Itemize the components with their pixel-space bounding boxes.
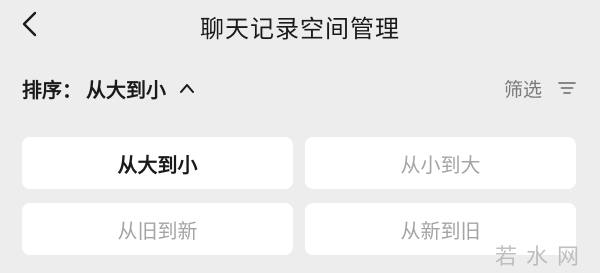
sort-options-grid: 从大到小 从小到大 从旧到新 从新到旧 [22, 137, 578, 255]
filter-button[interactable]: 筛选 [504, 72, 576, 104]
filter-lines-icon[interactable] [558, 80, 576, 96]
sort-option-date-asc[interactable]: 从旧到新 [22, 203, 293, 255]
watermark-text: 若水网 [494, 245, 588, 270]
top-bar: 聊天记录空间管理 [0, 0, 600, 52]
sort-option-size-asc[interactable]: 从小到大 [305, 137, 576, 189]
filter-label: 筛选 [503, 78, 542, 101]
sort-dropdown[interactable]: 排序： 从大到小 [22, 72, 196, 104]
sort-label: 排序： [22, 77, 82, 102]
sort-bar: 排序： 从大到小 筛选 [0, 70, 600, 106]
page-title: 聊天记录空间管理 [200, 15, 400, 43]
sort-current-value: 从大到小 [86, 77, 166, 102]
chevron-up-icon[interactable] [178, 82, 196, 94]
sort-option-size-desc[interactable]: 从大到小 [22, 137, 293, 189]
